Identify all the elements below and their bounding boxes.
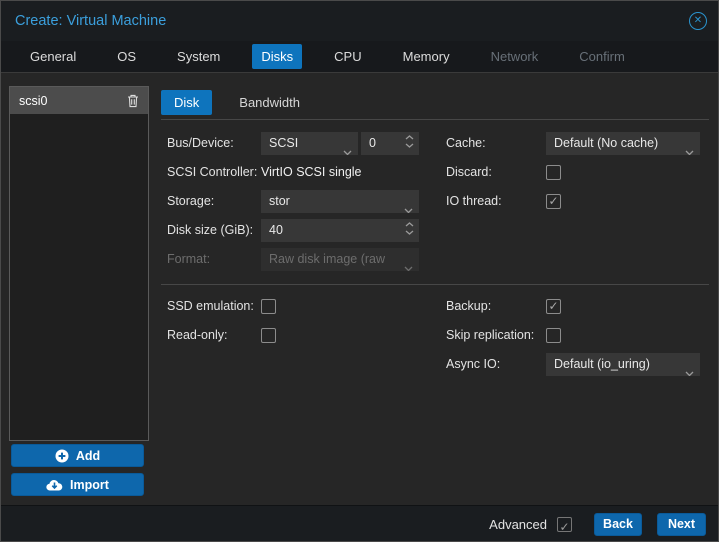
close-icon[interactable]: ✕: [689, 12, 707, 30]
add-button[interactable]: Add: [11, 444, 144, 467]
bus-device-label: Bus/Device:: [167, 132, 234, 155]
cache-combo[interactable]: Default (No cache): [546, 132, 700, 155]
tab-memory[interactable]: Memory: [394, 44, 459, 69]
plus-circle-icon: [55, 449, 69, 463]
chevron-down-icon: [404, 199, 413, 213]
back-button[interactable]: Back: [594, 513, 642, 536]
trash-icon[interactable]: [127, 94, 139, 108]
disk-list-item-scsi0[interactable]: scsi0: [10, 87, 148, 114]
check-icon: ✓: [559, 520, 569, 534]
tab-disk[interactable]: Disk: [161, 90, 212, 115]
ssd-emulation-label: SSD emulation:: [167, 295, 254, 318]
bus-combo[interactable]: SCSI: [261, 132, 358, 155]
tab-bandwidth[interactable]: Bandwidth: [226, 90, 313, 115]
format-combo: Raw disk image (raw: [261, 248, 419, 271]
disks-panel: scsi0 Add Import Disk Bandwidth Bus/Devi…: [1, 73, 718, 505]
import-button[interactable]: Import: [11, 473, 144, 496]
scsi-controller-value: VirtIO SCSI single: [261, 161, 419, 184]
format-label: Format:: [167, 248, 210, 271]
tab-os[interactable]: OS: [108, 44, 145, 69]
chevron-down-icon: [685, 362, 694, 376]
skip-replication-label: Skip replication:: [446, 324, 534, 347]
device-number-stepper[interactable]: 0: [361, 132, 419, 155]
ssd-emulation-checkbox[interactable]: ✓: [261, 299, 276, 314]
dialog-footer: Advanced ✓ Back Next: [1, 505, 718, 542]
dialog-header: Create: Virtual Machine ✕: [1, 1, 718, 41]
tab-system[interactable]: System: [168, 44, 229, 69]
chevron-down-icon: [343, 141, 352, 155]
create-vm-dialog: Create: Virtual Machine ✕ General OS Sys…: [0, 0, 719, 542]
async-io-combo[interactable]: Default (io_uring): [546, 353, 700, 376]
disk-size-stepper[interactable]: 40: [261, 219, 419, 242]
skip-replication-checkbox[interactable]: ✓: [546, 328, 561, 343]
disk-size-label: Disk size (GiB):: [167, 219, 253, 242]
wizard-tabbar: General OS System Disks CPU Memory Netwo…: [1, 41, 718, 73]
chevron-down-icon: [404, 257, 413, 271]
tab-network: Network: [482, 44, 548, 69]
storage-combo[interactable]: stor: [261, 190, 419, 213]
tab-cpu[interactable]: CPU: [325, 44, 370, 69]
io-thread-label: IO thread:: [446, 190, 502, 213]
async-io-label: Async IO:: [446, 353, 500, 376]
disk-inner-tabs: Disk Bandwidth: [161, 90, 313, 115]
tab-disks[interactable]: Disks: [252, 44, 302, 69]
tab-confirm: Confirm: [570, 44, 634, 69]
spinner-arrows-icon[interactable]: [405, 222, 414, 235]
cache-label: Cache:: [446, 132, 486, 155]
backup-label: Backup:: [446, 295, 491, 318]
advanced-checkbox[interactable]: ✓: [557, 517, 572, 532]
check-icon: ✓: [547, 195, 560, 208]
chevron-down-icon: [685, 141, 694, 155]
next-button[interactable]: Next: [657, 513, 706, 536]
scsi-controller-label: SCSI Controller:: [167, 161, 257, 184]
read-only-checkbox[interactable]: ✓: [261, 328, 276, 343]
dialog-title: Create: Virtual Machine: [15, 13, 166, 29]
disk-list: scsi0: [9, 86, 149, 441]
storage-label: Storage:: [167, 190, 214, 213]
spinner-arrows-icon[interactable]: [405, 135, 414, 148]
disk-item-label: scsi0: [19, 94, 127, 108]
import-button-label: Import: [70, 478, 109, 492]
discard-checkbox[interactable]: ✓: [546, 165, 561, 180]
cloud-download-icon: [46, 479, 63, 491]
section-divider: [161, 284, 709, 285]
advanced-label: Advanced: [489, 517, 547, 532]
read-only-label: Read-only:: [167, 324, 227, 347]
check-icon: ✓: [547, 300, 560, 313]
io-thread-checkbox[interactable]: ✓: [546, 194, 561, 209]
add-button-label: Add: [76, 449, 100, 463]
tab-general[interactable]: General: [21, 44, 85, 69]
backup-checkbox[interactable]: ✓: [546, 299, 561, 314]
inner-tab-divider: [161, 119, 709, 120]
discard-label: Discard:: [446, 161, 492, 184]
